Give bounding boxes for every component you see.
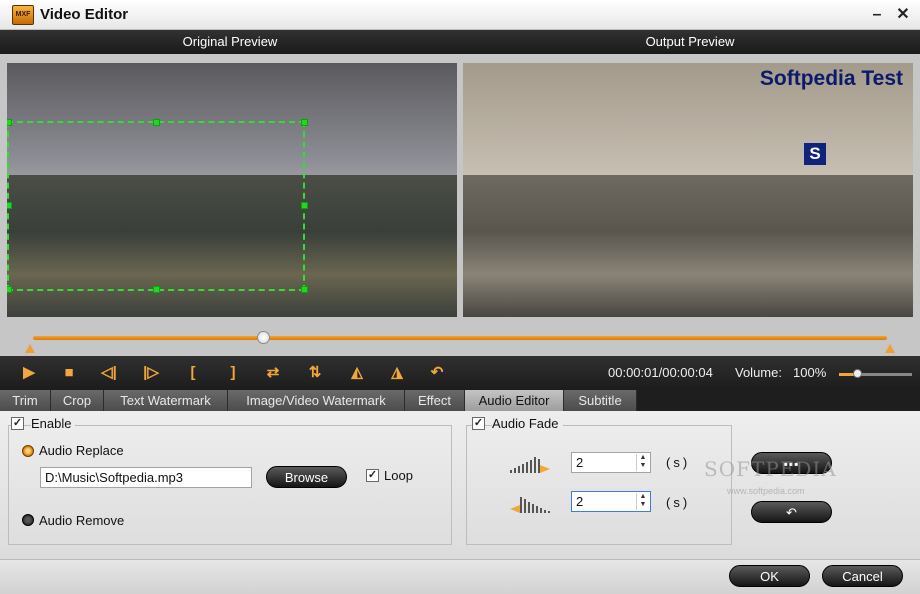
title-bar: MXF Video Editor – ✕: [0, 0, 920, 30]
crop-handle[interactable]: [7, 286, 12, 293]
softpedia-watermark: SOFTPEDIA: [704, 457, 837, 481]
spinner-arrows-icon[interactable]: ▲ ▼: [636, 454, 649, 471]
timeline: [0, 324, 920, 356]
close-icon[interactable]: ✕: [893, 5, 913, 25]
flip-vertical-icon[interactable]: ⇅: [302, 362, 328, 384]
fade-in-value: 2: [576, 455, 584, 470]
tab-trim[interactable]: Trim: [0, 390, 51, 411]
tab-text-watermark[interactable]: Text Watermark: [104, 390, 228, 411]
loop-checkbox[interactable]: ✓: [366, 469, 379, 482]
flip-horizontal-icon[interactable]: ◭: [344, 362, 370, 384]
reset-icon: ↶: [786, 505, 797, 520]
playback-toolbar: ▶ ■ ◁| |▷ [ ] ⇄ ⇅ ◭ ◮ ↶ 00:00:01/00:00:0…: [0, 356, 920, 390]
previous-frame-icon[interactable]: ◁|: [96, 362, 122, 384]
reset-button[interactable]: ↶: [751, 501, 832, 523]
output-preview-label: Output Preview: [645, 34, 735, 49]
timeline-track[interactable]: [33, 336, 887, 340]
crop-handle[interactable]: [301, 286, 308, 293]
audio-replace-radio[interactable]: [22, 445, 34, 457]
time-readout: 00:00:01/00:00:04: [608, 365, 713, 380]
watermark-logo: S: [804, 143, 826, 165]
preview-area: Softpedia Test S: [0, 54, 920, 324]
fade-out-input[interactable]: 2 ▲ ▼: [571, 491, 651, 512]
softpedia-watermark-url: www.softpedia.com: [727, 486, 805, 496]
next-frame-icon[interactable]: |▷: [138, 362, 164, 384]
play-icon[interactable]: ▶: [16, 362, 42, 384]
audio-remove-label: Audio Remove: [39, 513, 125, 528]
preview-header: Original Preview Output Preview: [0, 30, 920, 54]
audio-file-input[interactable]: [40, 467, 252, 488]
audio-fade-label: Audio Fade: [492, 416, 563, 431]
set-start-icon[interactable]: [: [180, 362, 206, 384]
app-icon: MXF: [12, 5, 34, 25]
fade-in-icon: [510, 457, 550, 473]
tab-effect[interactable]: Effect: [405, 390, 465, 411]
crop-handle[interactable]: [153, 119, 160, 126]
volume-knob[interactable]: [853, 369, 862, 378]
volume-fill: [839, 373, 854, 376]
volume-slider[interactable]: [839, 373, 912, 376]
enable-label: Enable: [31, 416, 76, 431]
fade-in-unit: (s): [666, 455, 691, 470]
window-title: Video Editor: [40, 6, 129, 23]
swap-icon[interactable]: ⇄: [260, 362, 286, 384]
undo-icon[interactable]: ↶: [424, 362, 450, 384]
minimize-icon[interactable]: –: [867, 5, 887, 25]
crop-handle[interactable]: [153, 286, 160, 293]
output-preview-image: Softpedia Test S: [463, 63, 913, 317]
audio-fade-group: [466, 425, 732, 545]
fade-out-unit: (s): [666, 495, 691, 510]
crop-handle[interactable]: [301, 119, 308, 126]
crop-handle[interactable]: [7, 202, 12, 209]
enable-checkbox[interactable]: ✓: [11, 417, 24, 430]
dialog-footer: OK Cancel: [0, 559, 920, 594]
browse-button[interactable]: Browse: [266, 466, 347, 488]
start-marker-icon[interactable]: [25, 344, 35, 353]
tab-crop[interactable]: Crop: [51, 390, 104, 411]
editor-tabs: Trim Crop Text Watermark Image/Video Wat…: [0, 390, 920, 411]
crop-selection-box[interactable]: [7, 119, 308, 293]
video-editor-window: MXF Video Editor – ✕ Original Preview Ou…: [0, 0, 920, 594]
fade-out-icon: [510, 497, 550, 513]
watermark-text: Softpedia Test: [759, 67, 903, 90]
audio-editor-panel: ✓ Enable Audio Replace Browse ✓ Loop Aud…: [0, 411, 920, 559]
rotate-icon[interactable]: ◮: [384, 362, 410, 384]
ok-button[interactable]: OK: [729, 565, 810, 587]
cancel-button[interactable]: Cancel: [822, 565, 903, 587]
end-marker-icon[interactable]: [885, 344, 895, 353]
preview-city: [463, 175, 913, 317]
volume-value: 100%: [793, 365, 827, 380]
crop-handle[interactable]: [301, 202, 308, 209]
original-preview-label: Original Preview: [182, 34, 278, 49]
fade-in-input[interactable]: 2 ▲ ▼: [571, 452, 651, 473]
spinner-arrows-icon[interactable]: ▲ ▼: [636, 493, 649, 510]
tab-audio-editor[interactable]: Audio Editor: [465, 390, 564, 411]
volume-label: Volume:: [735, 365, 782, 380]
set-end-icon[interactable]: ]: [220, 362, 246, 384]
fade-out-value: 2: [576, 494, 584, 509]
timeline-playhead[interactable]: [256, 331, 270, 344]
tab-subtitle[interactable]: Subtitle: [564, 390, 637, 411]
audio-remove-radio[interactable]: [22, 514, 34, 526]
loop-label: Loop: [384, 468, 413, 483]
audio-replace-label: Audio Replace: [39, 443, 124, 458]
stop-icon[interactable]: ■: [56, 362, 82, 384]
audio-fade-checkbox[interactable]: ✓: [472, 417, 485, 430]
crop-handle[interactable]: [7, 119, 12, 126]
tab-image-video-watermark[interactable]: Image/Video Watermark: [228, 390, 405, 411]
original-preview-image: [7, 63, 457, 317]
